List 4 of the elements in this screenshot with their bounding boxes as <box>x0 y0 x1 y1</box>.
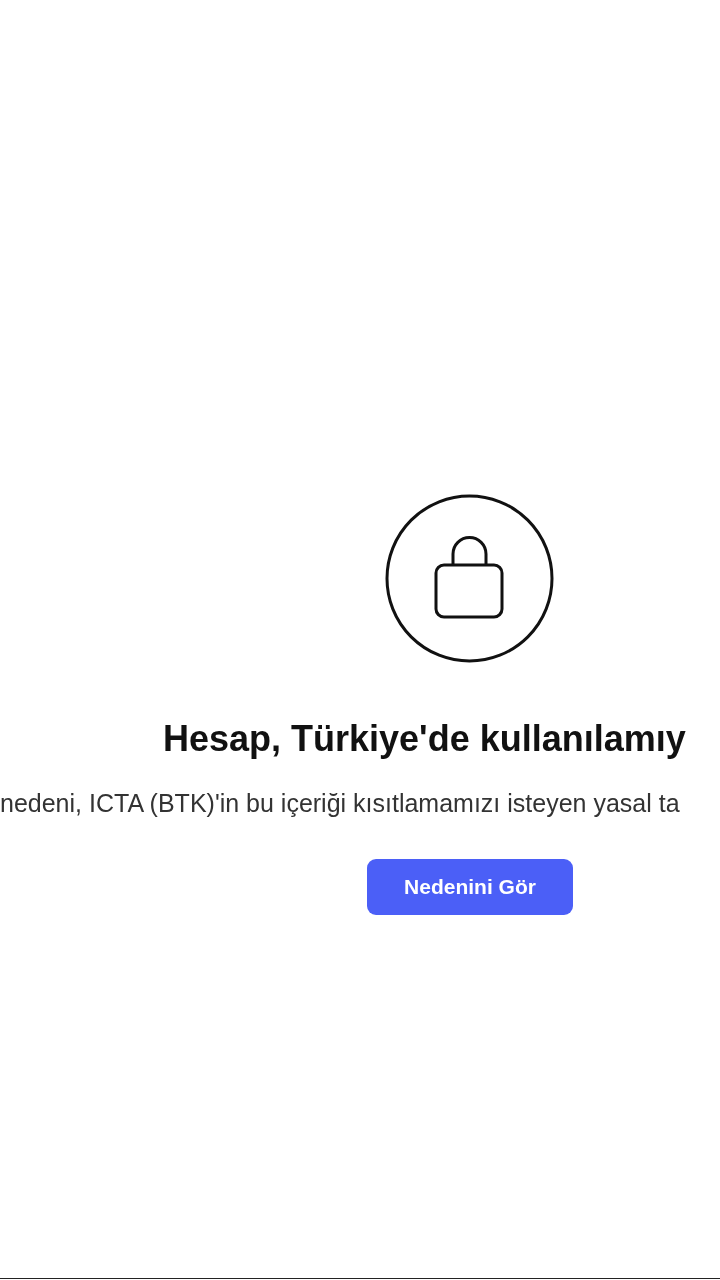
heading: Hesap, Türkiye'de kullanılamıy <box>163 717 686 761</box>
see-reason-button[interactable]: Nedenini Gör <box>367 859 573 915</box>
lock-icon <box>385 494 554 663</box>
message-text: nedeni, ICTA (BTK)'in bu içeriği kısıtlamamızı isteyen yasal ta <box>0 788 680 819</box>
